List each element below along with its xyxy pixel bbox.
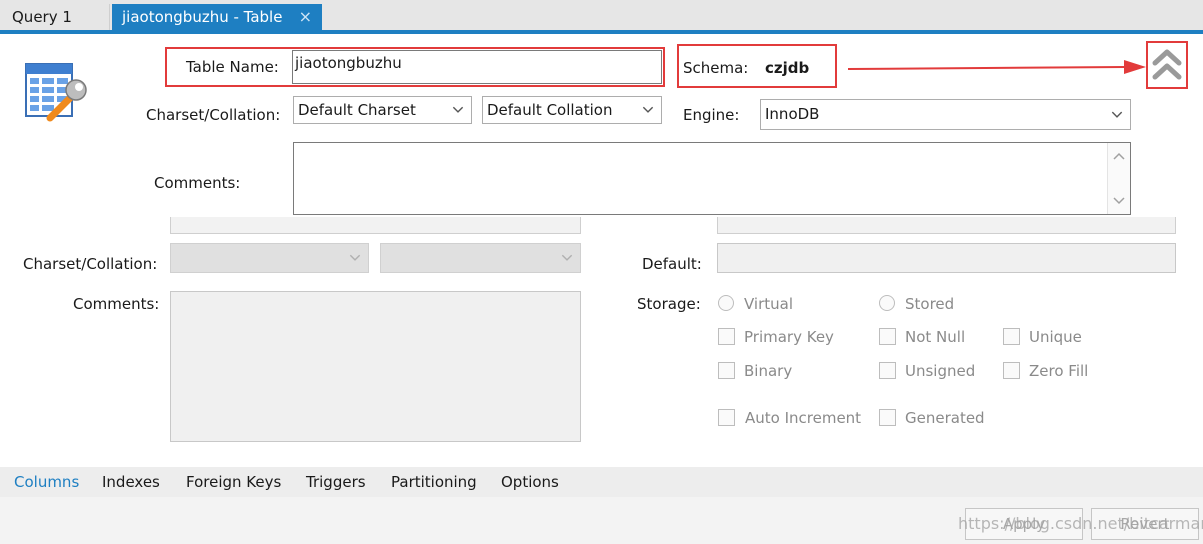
primary-key-checkbox[interactable] bbox=[718, 328, 735, 345]
tab-table-editor[interactable]: jiaotongbuzhu - Table × bbox=[112, 4, 322, 30]
virtual-label: Virtual bbox=[744, 295, 794, 313]
collation-value: Default Collation bbox=[487, 101, 613, 119]
column-charset-select[interactable] bbox=[170, 243, 369, 273]
stored-radio[interactable] bbox=[879, 295, 895, 311]
zero-fill-label: Zero Fill bbox=[1029, 362, 1089, 380]
chevron-double-up-icon[interactable] bbox=[1152, 47, 1182, 83]
zero-fill-checkbox[interactable] bbox=[1003, 362, 1020, 379]
charset-value: Default Charset bbox=[298, 101, 416, 119]
collation-select[interactable]: Default Collation bbox=[482, 96, 662, 124]
schema-value: czjdb bbox=[765, 59, 810, 77]
generated-checkbox[interactable] bbox=[879, 409, 896, 426]
auto-increment-checkbox[interactable] bbox=[718, 409, 735, 426]
column-charset-label: Charset/Collation: bbox=[23, 255, 158, 273]
binary-checkbox[interactable] bbox=[718, 362, 735, 379]
tab-label: jiaotongbuzhu - Table bbox=[122, 8, 283, 26]
column-name-field[interactable] bbox=[170, 217, 581, 234]
not-null-label: Not Null bbox=[905, 328, 966, 346]
default-label: Default: bbox=[642, 255, 702, 273]
tab-columns[interactable]: Columns bbox=[14, 473, 79, 491]
table-comments-textarea[interactable] bbox=[293, 142, 1131, 215]
unique-checkbox[interactable] bbox=[1003, 328, 1020, 345]
primary-key-label: Primary Key bbox=[744, 328, 834, 346]
table-name-value: jiaotongbuzhu bbox=[295, 54, 402, 72]
charset-collation-label: Charset/Collation: bbox=[146, 106, 281, 124]
engine-value: InnoDB bbox=[765, 105, 820, 123]
column-collation-select[interactable] bbox=[380, 243, 581, 273]
charset-select[interactable]: Default Charset bbox=[293, 96, 472, 124]
unsigned-label: Unsigned bbox=[905, 362, 976, 380]
schema-label: Schema: bbox=[683, 59, 749, 77]
watermark: https://blog.csdn.net/bitcarmanlee88 bbox=[958, 514, 1203, 533]
tab-query-1[interactable]: Query 1 bbox=[2, 4, 110, 30]
table-comments-label: Comments: bbox=[154, 174, 241, 192]
chevron-down-icon bbox=[1111, 111, 1123, 118]
engine-label: Engine: bbox=[683, 106, 740, 124]
tab-foreign-keys[interactable]: Foreign Keys bbox=[186, 473, 281, 491]
column-comments-label: Comments: bbox=[73, 295, 160, 313]
chevron-down-icon bbox=[642, 106, 654, 113]
tab-label: Query 1 bbox=[12, 8, 72, 26]
generated-label: Generated bbox=[905, 409, 985, 427]
engine-select[interactable]: InnoDB bbox=[760, 99, 1131, 130]
chevron-down-icon bbox=[452, 106, 464, 113]
default-input[interactable] bbox=[717, 243, 1176, 273]
close-icon[interactable]: × bbox=[299, 4, 312, 30]
tab-indexes[interactable]: Indexes bbox=[102, 473, 160, 491]
stored-label: Stored bbox=[905, 295, 955, 313]
tab-triggers[interactable]: Triggers bbox=[306, 473, 366, 491]
storage-label: Storage: bbox=[637, 295, 701, 313]
column-comments-textarea[interactable] bbox=[170, 291, 581, 442]
column-datatype-field[interactable] bbox=[717, 217, 1176, 234]
not-null-checkbox[interactable] bbox=[879, 328, 896, 345]
table-name-label: Table Name: bbox=[186, 58, 279, 76]
unsigned-checkbox[interactable] bbox=[879, 362, 896, 379]
table-wrench-icon bbox=[24, 58, 90, 124]
chevron-down-icon bbox=[561, 254, 573, 261]
tab-options[interactable]: Options bbox=[501, 473, 559, 491]
binary-label: Binary bbox=[744, 362, 793, 380]
table-name-input[interactable]: jiaotongbuzhu bbox=[292, 50, 662, 84]
comments-scrollbar[interactable] bbox=[1107, 143, 1130, 214]
virtual-radio[interactable] bbox=[718, 295, 734, 311]
annotation-arrow bbox=[847, 58, 1146, 78]
unique-label: Unique bbox=[1029, 328, 1082, 346]
bottom-tab-bar bbox=[0, 467, 1203, 497]
tab-partitioning[interactable]: Partitioning bbox=[391, 473, 477, 491]
chevron-down-icon bbox=[349, 254, 361, 261]
auto-increment-label: Auto Increment bbox=[745, 409, 862, 427]
